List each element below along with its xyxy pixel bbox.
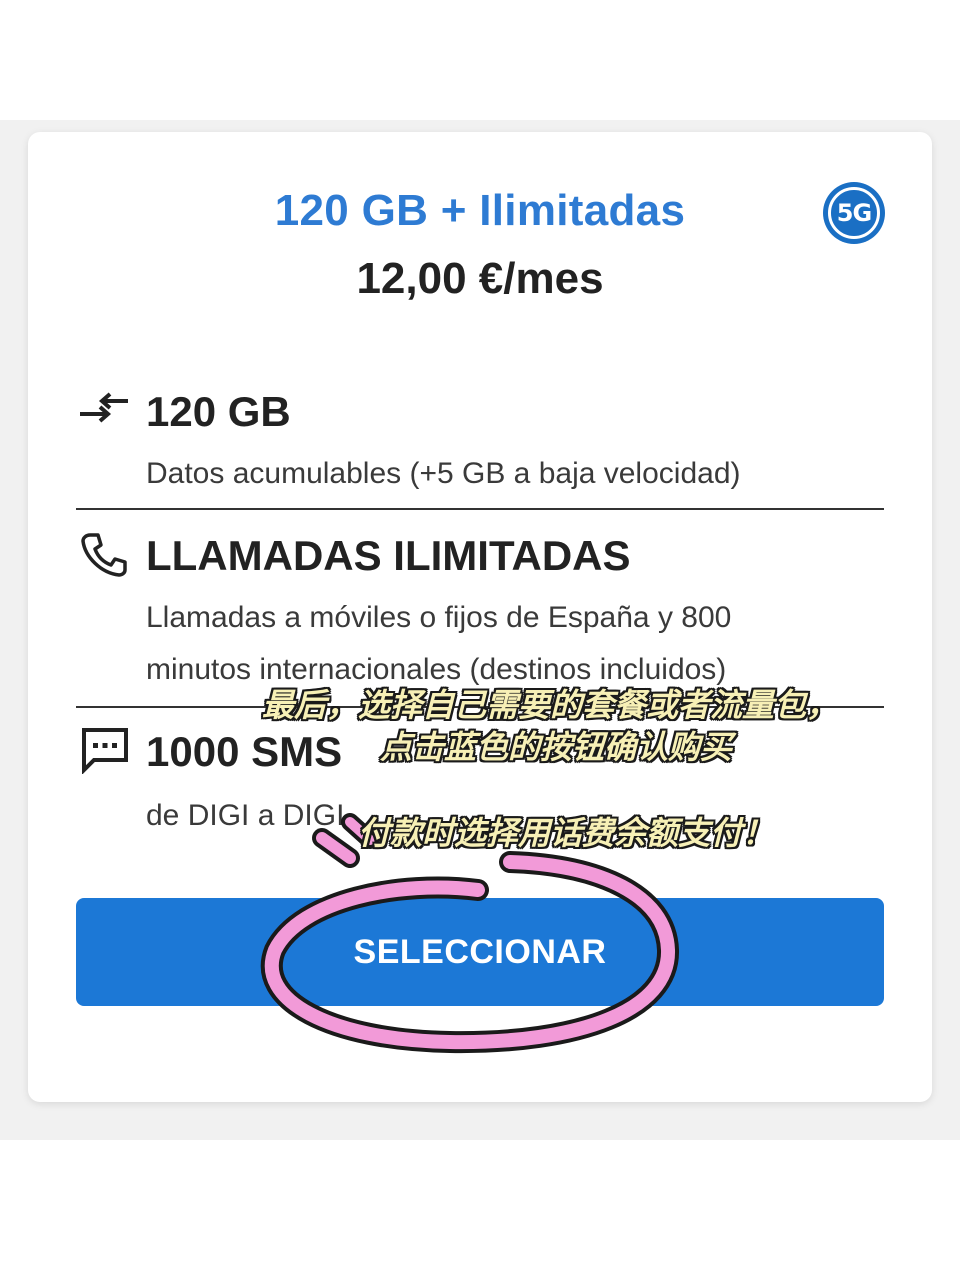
instruction-overlay-line2: 点击蓝色的按钮确认购买 <box>380 728 733 766</box>
feature-data-title: 120 GB <box>146 388 291 435</box>
5g-badge-label: 5G <box>828 187 880 239</box>
instruction-overlay-line3: 付款时选择用话费余额支付！ <box>358 814 775 852</box>
feature-calls-description-line1: Llamadas a móviles o fijos de España y 8… <box>146 601 732 634</box>
plan-price: 12,00 €/mes <box>356 254 604 303</box>
instruction-overlay-line1: 最后，选择自己需要的套餐或者流量包， <box>262 686 839 724</box>
5g-badge-icon: 5G <box>823 182 885 244</box>
feature-sms-title: 1000 SMS <box>146 728 343 775</box>
plan-name: 120 GB + Ilimitadas <box>274 186 686 235</box>
feature-calls-title: LLAMADAS ILIMITADAS <box>146 532 631 579</box>
data-transfer-icon <box>80 392 128 423</box>
phone-icon <box>81 533 127 577</box>
feature-sms-description: de DIGI a DIGI <box>146 799 345 832</box>
feature-divider <box>76 508 884 510</box>
feature-data-description: Datos acumulables (+5 GB a baja velocida… <box>146 457 741 490</box>
sms-icon <box>82 728 128 774</box>
select-plan-button[interactable]: SELECCIONAR <box>76 898 884 1006</box>
